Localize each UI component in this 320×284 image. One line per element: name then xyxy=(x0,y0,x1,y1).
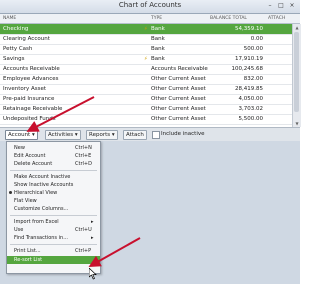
selected-bullet-icon xyxy=(9,191,12,194)
account-balance: 0.00 xyxy=(250,36,263,42)
mouse-pointer-icon xyxy=(89,268,97,280)
account-type: Other Current Asset xyxy=(151,86,206,92)
account-type: Bank xyxy=(151,46,165,52)
account-name: Clearing Account xyxy=(3,36,50,42)
account-type: Other Current Asset xyxy=(151,116,206,122)
account-balance: 3,703.02 xyxy=(238,106,264,112)
account-balance: 832.00 xyxy=(243,76,263,82)
submenu-arrow-icon: ▸ xyxy=(91,219,94,225)
minimize-button[interactable]: – xyxy=(266,2,274,9)
menu-separator xyxy=(10,244,97,245)
menu-item-re-sort-list[interactable]: Re-sort List xyxy=(7,256,100,264)
account-name: Savings xyxy=(3,56,25,62)
menu-item-import-from-excel[interactable]: Import from Excel ▸ xyxy=(7,218,100,226)
account-name: Inventory Asset xyxy=(3,86,47,92)
account-name: Retainage Receivable xyxy=(3,106,63,112)
column-header-balance[interactable]: BALANCE TOTAL xyxy=(210,16,247,21)
account-name: Petty Cash xyxy=(3,46,33,52)
scroll-up-icon[interactable]: ▲ xyxy=(293,24,301,31)
menu-item-new[interactable]: New Ctrl+N xyxy=(7,144,100,152)
scroll-thumb[interactable] xyxy=(294,32,299,112)
account-balance: 5,500.00 xyxy=(238,116,264,122)
reports-menu-button[interactable]: Reports ▾ xyxy=(86,130,118,140)
account-name: Undeposited Funds xyxy=(3,116,56,122)
submenu-arrow-icon: ▸ xyxy=(91,235,94,241)
account-name: Accounts Receivable xyxy=(3,66,60,72)
account-balance: 100,245.68 xyxy=(231,66,264,72)
account-name: Pre-paid Insurance xyxy=(3,96,55,102)
account-balance: 54,359.10 xyxy=(235,26,263,32)
account-type: Accounts Receivable xyxy=(151,66,208,72)
column-header-attach[interactable]: ATTACH xyxy=(268,16,285,21)
menu-separator xyxy=(10,215,97,216)
menu-item-customize-columns[interactable]: Customize Columns... xyxy=(7,205,100,213)
window-title: Chart of Accounts xyxy=(118,1,182,9)
account-name: Checking xyxy=(3,26,29,32)
account-balance: 4,050.00 xyxy=(238,96,264,102)
bottom-toolbar: Account ▾ Activities ▾ Reports ▾ Attach … xyxy=(0,127,300,141)
menu-item-print-list[interactable]: Print List... Ctrl+P xyxy=(7,247,100,255)
menu-item-use[interactable]: Use Ctrl+U xyxy=(7,226,100,234)
account-type: Bank xyxy=(151,56,165,62)
close-button[interactable]: × xyxy=(288,2,296,9)
account-balance: 17,910.19 xyxy=(235,56,263,62)
attach-button[interactable]: Attach xyxy=(123,130,147,140)
menu-item-delete-account[interactable]: Delete Account Ctrl+D xyxy=(7,160,100,168)
account-type: Other Current Asset xyxy=(151,106,206,112)
menu-item-show-inactive-accounts[interactable]: Show Inactive Accounts xyxy=(7,181,100,189)
chart-of-accounts-window: Chart of Accounts – □ × NAME TYPE BALANC… xyxy=(0,0,301,284)
activities-menu-button[interactable]: Activities ▾ xyxy=(45,130,81,140)
account-menu-button[interactable]: Account ▾ xyxy=(5,130,38,140)
include-inactive-checkbox[interactable] xyxy=(152,131,160,139)
account-type: Other Current Asset xyxy=(151,96,206,102)
account-balance: 28,419.85 xyxy=(235,86,263,92)
menu-item-edit-account[interactable]: Edit Account Ctrl+E xyxy=(7,152,100,160)
column-header-type[interactable]: TYPE xyxy=(151,16,162,21)
scroll-down-icon[interactable]: ▼ xyxy=(293,120,301,127)
menu-separator xyxy=(10,170,97,171)
window-titlebar: Chart of Accounts – □ × xyxy=(0,0,300,14)
column-header-name[interactable]: NAME xyxy=(3,16,16,21)
account-type: Other Current Asset xyxy=(151,76,206,82)
account-row[interactable]: Undeposited Funds Other Current Asset 5,… xyxy=(0,114,292,125)
online-banking-icon: ⚡ xyxy=(144,26,148,32)
maximize-button[interactable]: □ xyxy=(277,2,285,9)
menu-item-find-transactions[interactable]: Find Transactions in... ▸ xyxy=(7,234,100,242)
accounts-list: Checking ⚡ Bank 54,359.10 Clearing Accou… xyxy=(0,24,292,127)
menu-item-hierarchical-view[interactable]: Hierarchical View xyxy=(7,189,100,197)
menu-item-make-account-inactive[interactable]: Make Account Inactive xyxy=(7,173,100,181)
menu-item-flat-view[interactable]: Flat View xyxy=(7,197,100,205)
vertical-scrollbar[interactable]: ▲ ▼ xyxy=(292,24,301,127)
account-type: Bank xyxy=(151,36,165,42)
account-type: Bank xyxy=(151,26,165,32)
online-banking-icon: ⚡ xyxy=(144,56,148,62)
column-header-row: NAME TYPE BALANCE TOTAL ATTACH xyxy=(0,14,300,24)
account-balance: 500.00 xyxy=(243,46,263,52)
account-name: Employee Advances xyxy=(3,76,59,82)
account-dropdown-menu: New Ctrl+N Edit Account Ctrl+E Delete Acco… xyxy=(6,141,101,274)
include-inactive-label: Include inactive xyxy=(161,131,205,137)
